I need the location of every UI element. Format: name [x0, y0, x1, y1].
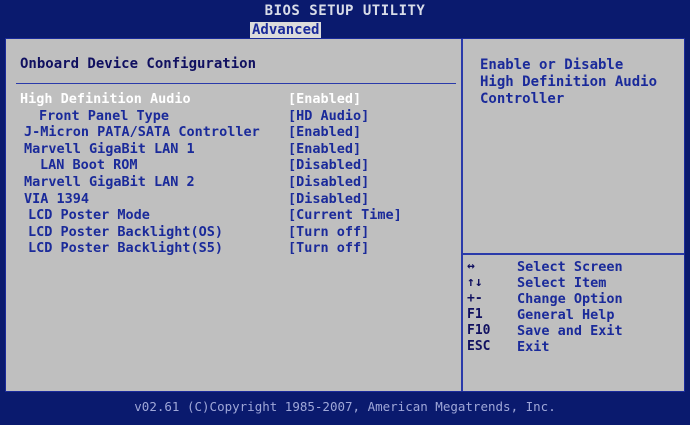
esc-key: ESC	[467, 339, 491, 354]
copyright-footer: v02.61 (C)Copyright 1985-2007, American …	[134, 399, 556, 414]
key-change-option: +- Change Option	[467, 291, 681, 307]
key-desc: Change Option	[517, 291, 623, 307]
setting-label: LCD Poster Backlight(OS)	[28, 223, 224, 240]
setting-value[interactable]: [Enabled]	[288, 124, 361, 140]
setting-marvell-lan-1[interactable]: Marvell GigaBit LAN 1 [Enabled]	[6, 141, 461, 158]
left-right-arrows-icon: ↔	[467, 259, 475, 274]
help-line: Controller	[480, 91, 565, 107]
setting-value[interactable]: [Turn off]	[288, 224, 369, 240]
key-select-screen: ↔ Select Screen	[467, 259, 681, 275]
help-divider	[463, 253, 684, 255]
key-save-exit: F10 Save and Exit	[467, 323, 681, 339]
key-desc: General Help	[517, 307, 615, 323]
help-line: Enable or Disable	[480, 57, 624, 73]
key-legend: ↔ Select Screen ↑↓ Select Item +- Change…	[467, 259, 681, 355]
setting-value[interactable]: [Turn off]	[288, 240, 369, 256]
setting-label: LCD Poster Mode	[28, 207, 150, 224]
setting-label: High Definition Audio	[20, 91, 191, 107]
setting-label: LAN Boot ROM	[40, 157, 138, 174]
tab-advanced[interactable]: Advanced	[250, 22, 322, 38]
bios-screen: BIOS SETUP UTILITY Advanced Onboard Devi…	[0, 0, 690, 425]
setting-value[interactable]: [HD Audio]	[288, 108, 369, 124]
setting-label: Marvell GigaBit LAN 1	[24, 140, 195, 157]
setting-high-definition-audio[interactable]: High Definition Audio [Enabled]	[6, 91, 461, 108]
setting-lcd-backlight-os[interactable]: LCD Poster Backlight(OS) [Turn off]	[6, 224, 461, 241]
setting-lcd-poster-mode[interactable]: LCD Poster Mode [Current Time]	[6, 207, 461, 224]
setting-marvell-lan-2[interactable]: Marvell GigaBit LAN 2 [Disabled]	[6, 174, 461, 191]
setting-value[interactable]: [Enabled]	[288, 141, 361, 157]
setting-label: Front Panel Type	[39, 107, 170, 124]
setting-label: J-Micron PATA/SATA Controller	[24, 124, 260, 141]
help-text: Enable or Disable High Definition Audio …	[480, 57, 680, 108]
up-down-arrows-icon: ↑↓	[467, 275, 483, 290]
setting-jmicron-controller[interactable]: J-Micron PATA/SATA Controller [Enabled]	[6, 124, 461, 141]
plus-minus-key: +-	[467, 291, 483, 306]
setting-lcd-backlight-s5[interactable]: LCD Poster Backlight(S5) [Turn off]	[6, 240, 461, 257]
f10-key: F10	[467, 323, 491, 338]
setting-value[interactable]: [Disabled]	[288, 191, 369, 207]
key-desc: Select Item	[517, 275, 607, 291]
setting-label: LCD Poster Backlight(S5)	[28, 240, 224, 257]
setting-value[interactable]: [Enabled]	[288, 91, 361, 107]
bios-title: BIOS SETUP UTILITY	[264, 3, 426, 19]
f1-key: F1	[467, 307, 483, 322]
main-panel: Onboard Device Configuration High Defini…	[5, 38, 685, 392]
settings-list: High Definition Audio [Enabled] Front Pa…	[6, 91, 461, 257]
setting-value[interactable]: [Disabled]	[288, 174, 369, 190]
setting-value[interactable]: [Current Time]	[288, 207, 402, 223]
setting-label: Marvell GigaBit LAN 2	[24, 173, 195, 190]
setting-lan-boot-rom[interactable]: LAN Boot ROM [Disabled]	[6, 157, 461, 174]
key-general-help: F1 General Help	[467, 307, 681, 323]
key-desc: Exit	[517, 339, 550, 355]
key-desc: Save and Exit	[517, 323, 623, 339]
help-pane: Enable or Disable High Definition Audio …	[463, 39, 684, 391]
setting-via-1394[interactable]: VIA 1394 [Disabled]	[6, 191, 461, 208]
settings-pane: Onboard Device Configuration High Defini…	[6, 39, 463, 391]
key-exit: ESC Exit	[467, 339, 681, 355]
setting-front-panel-type[interactable]: Front Panel Type [HD Audio]	[6, 108, 461, 125]
help-line: High Definition Audio	[480, 74, 658, 90]
setting-value[interactable]: [Disabled]	[288, 157, 369, 173]
key-select-item: ↑↓ Select Item	[467, 275, 681, 291]
section-divider	[16, 83, 456, 84]
setting-label: VIA 1394	[24, 190, 90, 207]
tab-bar: Advanced	[0, 21, 690, 38]
key-desc: Select Screen	[517, 259, 623, 275]
section-title: Onboard Device Configuration	[20, 56, 257, 72]
